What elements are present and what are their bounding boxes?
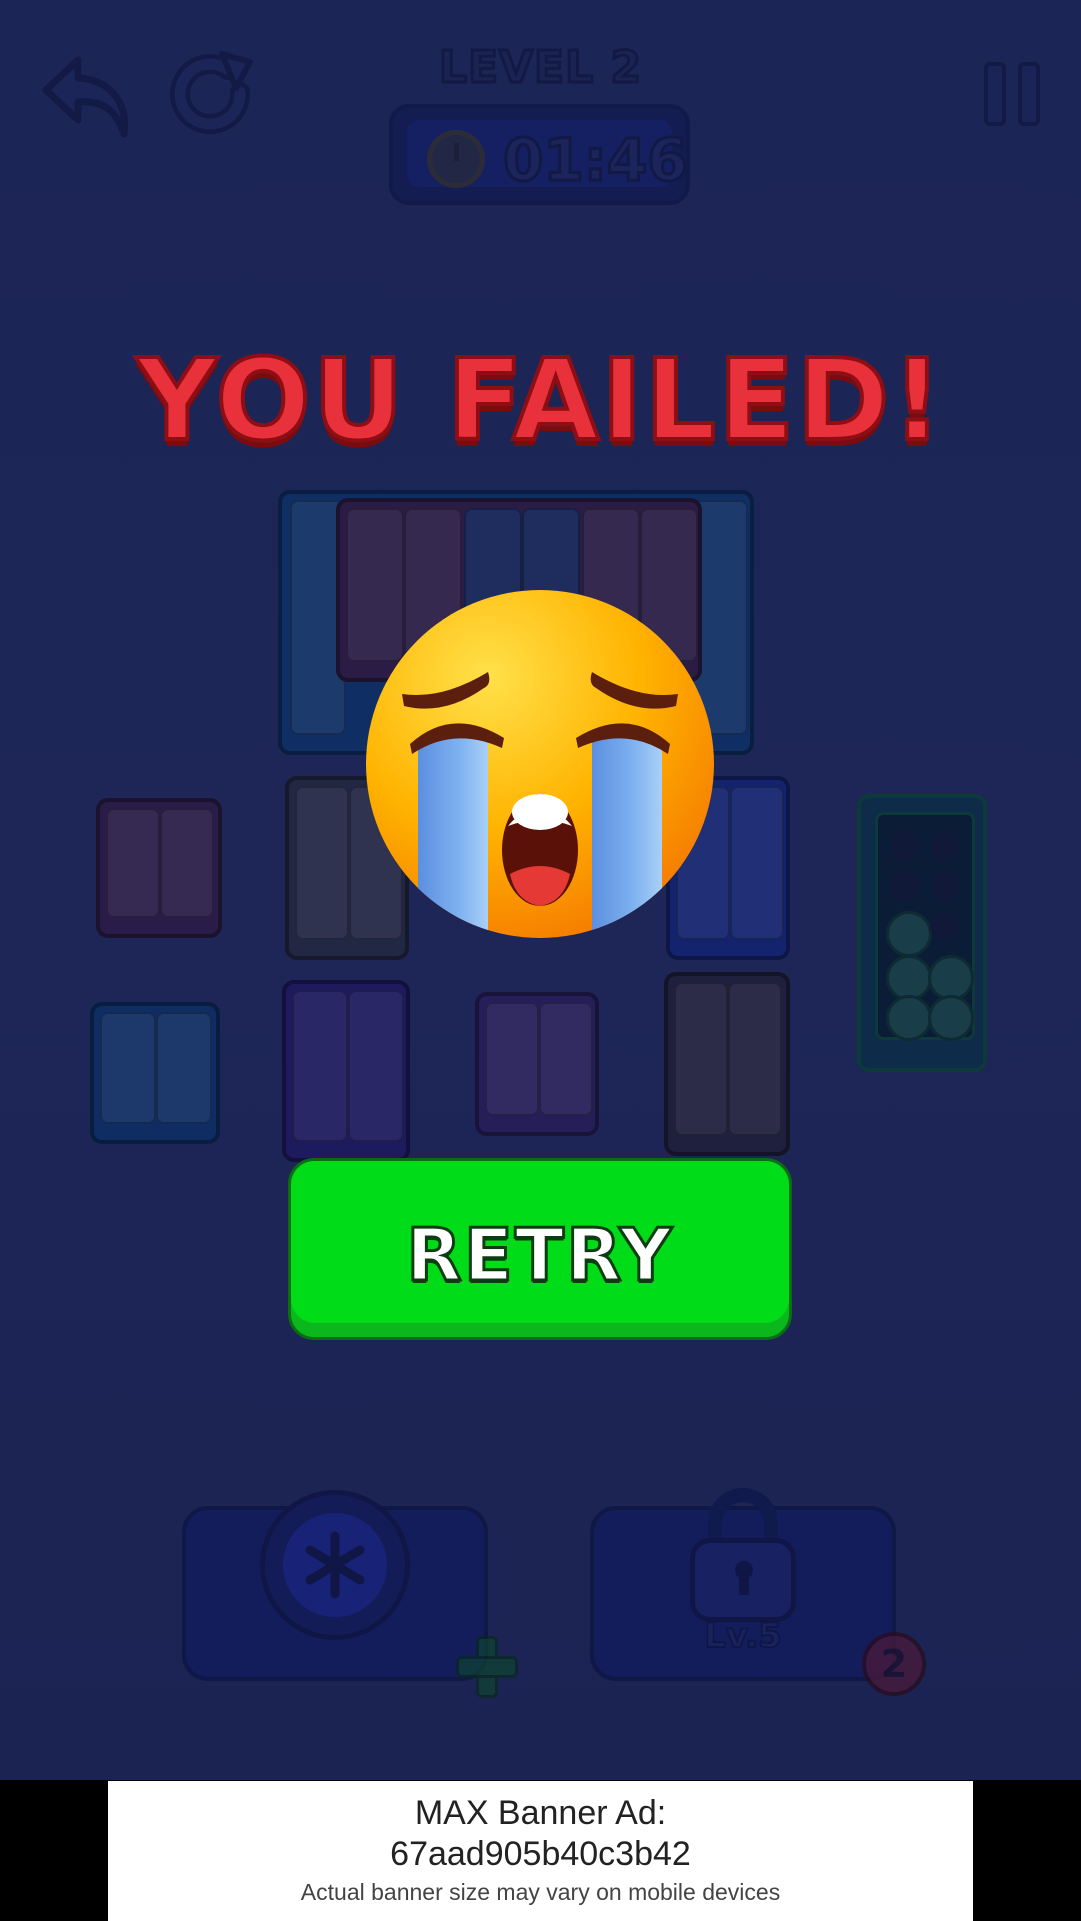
block-teal (90, 1002, 220, 1144)
pause-button[interactable] (984, 62, 1044, 132)
banner-ad[interactable]: MAX Banner Ad: 67aad905b40c3b42 Actual b… (108, 1781, 973, 1921)
block-purple (96, 798, 222, 938)
timer-panel: 01:46 (389, 104, 690, 205)
locked-booster[interactable]: Lv.5 (590, 1488, 896, 1681)
timer-text: 01:46 (502, 125, 690, 196)
count-badge-text: 2 (880, 1642, 908, 1686)
banner-title: MAX Banner Ad: (414, 1794, 667, 1832)
lock-level-label: Lv.5 (703, 1615, 783, 1657)
holder-tray (857, 794, 987, 1072)
banner-id: 67aad905b40c3b42 (390, 1835, 691, 1873)
crying-face-icon (364, 588, 716, 940)
fail-heading: YOU FAILED! (134, 334, 945, 468)
retry-button[interactable]: RETRY (288, 1158, 792, 1340)
plus-icon[interactable] (456, 1636, 518, 1698)
banner-note: Actual banner size may vary on mobile de… (300, 1879, 781, 1905)
lock-icon (690, 1488, 796, 1622)
block-violet (475, 992, 599, 1136)
retry-label: RETRY (405, 1212, 674, 1299)
game-screen: LEVEL 2 01:46 YOU FAILED! RETRY Lv.5 2 (0, 0, 1081, 1780)
count-badge: 2 (862, 1632, 926, 1696)
block-dark (664, 972, 790, 1156)
freeze-booster[interactable] (182, 1490, 488, 1681)
clock-icon (427, 130, 485, 188)
level-title: LEVEL 2 (437, 41, 643, 95)
block-indigo (282, 980, 410, 1162)
snowflake-icon (305, 1531, 365, 1599)
